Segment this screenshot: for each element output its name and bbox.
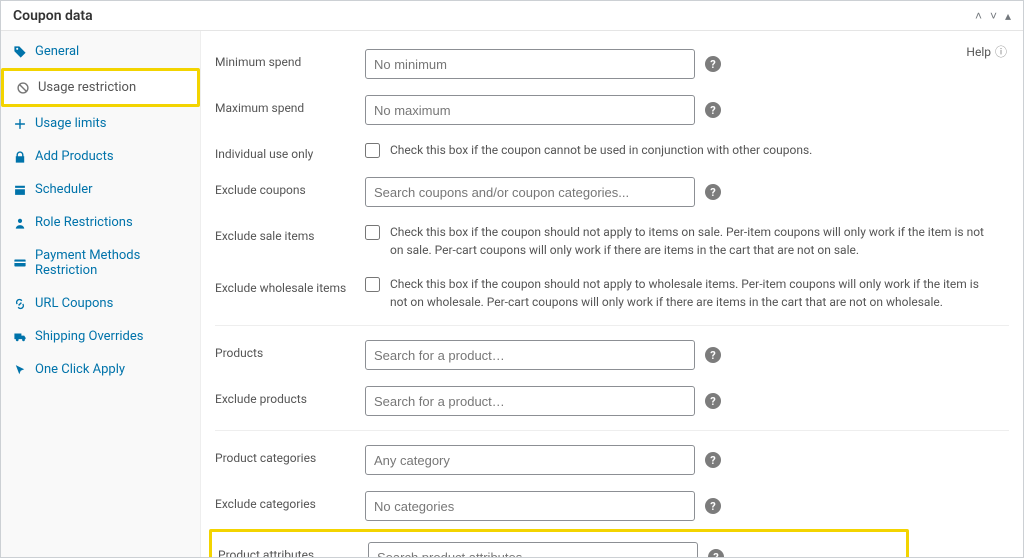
cursor-icon [13, 363, 27, 377]
exclude-sale-checkbox[interactable] [365, 225, 380, 240]
sidebar-item-usage-restriction[interactable]: Usage restriction [4, 71, 197, 104]
max-spend-label: Maximum spend [215, 95, 355, 115]
exclude-coupons-label: Exclude coupons [215, 177, 355, 197]
individual-use-checkbox[interactable] [365, 143, 380, 158]
sidebar-item-label: Role Restrictions [35, 215, 133, 230]
calendar-icon [13, 183, 27, 197]
sidebar-item-label: Payment Methods Restriction [35, 248, 188, 278]
exclude-sale-label: Exclude sale items [215, 223, 355, 243]
min-spend-input[interactable] [365, 49, 695, 79]
exclude-products-label: Exclude products [215, 386, 355, 406]
card-icon [13, 256, 27, 270]
sidebar-item-add-products[interactable]: Add Products [1, 140, 200, 173]
sidebar-item-label: Usage restriction [38, 80, 136, 95]
product-categories-input[interactable] [365, 445, 695, 475]
link-icon [13, 297, 27, 311]
sidebar-item-role-restrictions[interactable]: Role Restrictions [1, 206, 200, 239]
tooltip-icon[interactable]: ? [705, 102, 721, 118]
sidebar-item-url-coupons[interactable]: URL Coupons [1, 287, 200, 320]
products-input[interactable] [365, 340, 695, 370]
tooltip-icon[interactable]: ? [705, 347, 721, 363]
sidebar-item-label: Scheduler [35, 182, 93, 197]
panel-controls: ˄ ˅ ▴ [975, 9, 1011, 23]
help-link[interactable]: Help ⓘ [966, 43, 1007, 60]
section-divider [215, 430, 1009, 431]
tag-icon [13, 45, 27, 59]
exclude-coupons-input[interactable] [365, 177, 695, 207]
ban-icon [16, 81, 30, 95]
products-label: Products [215, 340, 355, 360]
help-label: Help [966, 45, 991, 59]
user-icon [13, 216, 27, 230]
exclude-wholesale-label: Exclude wholesale items [215, 275, 355, 295]
exclude-categories-label: Exclude categories [215, 491, 355, 511]
sidebar-item-label: General [35, 44, 79, 59]
exclude-products-input[interactable] [365, 386, 695, 416]
panel-collapse-up-icon[interactable]: ˄ [975, 9, 982, 23]
lock-icon [13, 150, 27, 164]
product-attributes-label: Product attributes [218, 542, 358, 557]
sidebar-item-shipping-overrides[interactable]: Shipping Overrides [1, 320, 200, 353]
panel-title: Coupon data [13, 8, 93, 24]
exclude-sale-text: Check this box if the coupon should not … [390, 223, 1009, 259]
exclude-wholesale-text: Check this box if the coupon should not … [390, 275, 1009, 311]
individual-use-label: Individual use only [215, 141, 355, 161]
coupon-data-panel: Coupon data ˄ ˅ ▴ General Usage restrict… [0, 0, 1024, 558]
usage-restriction-highlight: Usage restriction [1, 68, 200, 107]
min-spend-label: Minimum spend [215, 49, 355, 69]
sidebar-item-label: Shipping Overrides [35, 329, 143, 344]
tooltip-icon[interactable]: ? [705, 498, 721, 514]
sidebar-item-payment-methods[interactable]: Payment Methods Restriction [1, 239, 200, 287]
section-divider [215, 325, 1009, 326]
sidebar-item-usage-limits[interactable]: Usage limits [1, 107, 200, 140]
product-attributes-highlight: Product attributes ? Exclude product att… [209, 529, 909, 557]
panel-toggle-icon[interactable]: ▴ [1005, 9, 1011, 23]
help-icon: ⓘ [995, 43, 1007, 60]
panel-header: Coupon data ˄ ˅ ▴ [1, 1, 1023, 31]
sidebar-item-general[interactable]: General [1, 35, 200, 68]
individual-use-text: Check this box if the coupon cannot be u… [390, 141, 1009, 159]
tooltip-icon[interactable]: ? [708, 549, 724, 557]
exclude-categories-input[interactable] [365, 491, 695, 521]
sidebar-item-label: Usage limits [35, 116, 106, 131]
main-content: Help ⓘ Minimum spend ? Maximum spend ? I… [201, 31, 1023, 557]
sidebar-item-scheduler[interactable]: Scheduler [1, 173, 200, 206]
tooltip-icon[interactable]: ? [705, 56, 721, 72]
sidebar-item-one-click-apply[interactable]: One Click Apply [1, 353, 200, 386]
truck-icon [13, 330, 27, 344]
tooltip-icon[interactable]: ? [705, 452, 721, 468]
product-categories-label: Product categories [215, 445, 355, 465]
sidebar-item-label: URL Coupons [35, 296, 113, 311]
panel-collapse-down-icon[interactable]: ˅ [990, 9, 997, 23]
plus-icon [13, 117, 27, 131]
sidebar-item-label: One Click Apply [35, 362, 125, 377]
tooltip-icon[interactable]: ? [705, 393, 721, 409]
product-attributes-input[interactable] [368, 542, 698, 557]
max-spend-input[interactable] [365, 95, 695, 125]
settings-sidebar: General Usage restriction Usage limits A… [1, 31, 201, 557]
sidebar-item-label: Add Products [35, 149, 114, 164]
tooltip-icon[interactable]: ? [705, 184, 721, 200]
exclude-wholesale-checkbox[interactable] [365, 277, 380, 292]
